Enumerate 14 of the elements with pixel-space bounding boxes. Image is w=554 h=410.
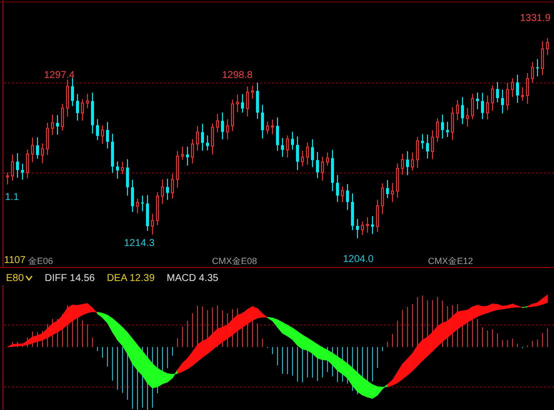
axis-label: CMX金E08 [212, 256, 258, 267]
price-label: 1331.9 [520, 13, 551, 24]
macd-value: MACD 4.35 [166, 272, 218, 284]
price-label: 1214.3 [124, 238, 155, 249]
indicator-label[interactable]: E80 [6, 272, 24, 284]
axis-label: CMX金E12 [428, 256, 474, 267]
scale-label: 1107 [4, 255, 26, 266]
dea-value: DEA 12.39 [106, 272, 155, 284]
price-label: 1.1 [5, 192, 19, 203]
price-label: 1204.0 [343, 254, 374, 265]
price-label: 1297.4 [44, 70, 75, 81]
diff-value: DIFF 14.56 [44, 272, 95, 284]
price-label: 1298.8 [222, 70, 253, 81]
axis-label: 金E06 [28, 256, 54, 267]
